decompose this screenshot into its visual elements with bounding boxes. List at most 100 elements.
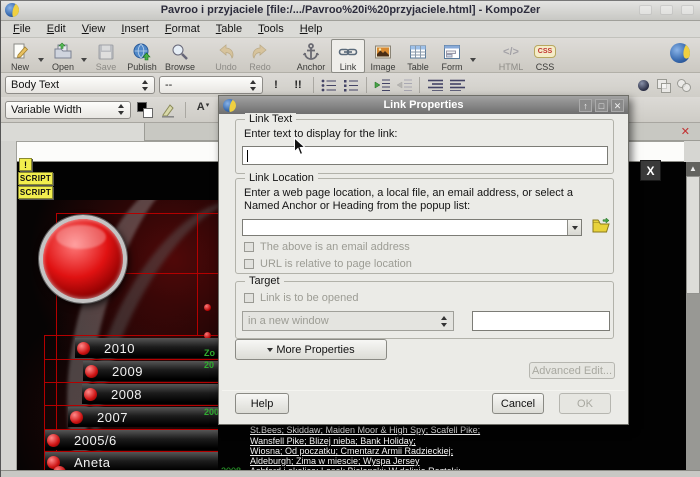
highlight-color-button[interactable] bbox=[159, 101, 177, 119]
warning-marker-badge[interactable]: ! bbox=[19, 158, 32, 171]
footer-links[interactable]: Aldeburgh; Zima w miescie; Wyspa Jersey bbox=[250, 456, 419, 466]
dialog-window-controls: ↑ □ ✕ bbox=[579, 99, 628, 112]
nav-item-aneta[interactable]: Aneta bbox=[45, 452, 218, 471]
select-spinner-icon bbox=[250, 80, 257, 91]
scrollbar-track[interactable] bbox=[686, 294, 700, 470]
emphasis-button[interactable]: ! bbox=[267, 76, 285, 94]
new-dropdown-caret-icon[interactable] bbox=[37, 58, 44, 62]
outdent-button bbox=[395, 76, 413, 94]
dialog-close-button[interactable]: ✕ bbox=[611, 99, 624, 112]
anchor-button[interactable]: Anchor bbox=[291, 39, 331, 73]
footer-links[interactable]: Wansfell Pike; Blizej nieba; Bank Holida… bbox=[250, 436, 416, 446]
maximize-button[interactable] bbox=[660, 5, 673, 15]
choose-file-button[interactable] bbox=[592, 218, 610, 238]
bring-forward-icon[interactable] bbox=[657, 79, 669, 91]
nav-item-2009[interactable]: 2009 bbox=[83, 361, 218, 381]
relative-checkbox-label: URL is relative to page location bbox=[260, 258, 412, 270]
table-border bbox=[44, 359, 218, 360]
smaller-font-glyph: A bbox=[197, 101, 205, 113]
cancel-button[interactable]: Cancel bbox=[492, 393, 544, 414]
image-button[interactable]: Image bbox=[365, 39, 401, 73]
vertical-scrollbar[interactable]: ▲ bbox=[686, 162, 700, 470]
open-dropdown-caret-icon[interactable] bbox=[80, 58, 87, 62]
target-group: Target Link is to be opened in a new win… bbox=[235, 281, 614, 339]
red-bullet-icon bbox=[70, 411, 83, 424]
redo-label: Redo bbox=[244, 62, 276, 72]
layer-sphere-icon[interactable] bbox=[638, 80, 649, 91]
align-left-button[interactable] bbox=[426, 76, 444, 94]
dialog-rollup-button[interactable]: ↑ bbox=[579, 99, 592, 112]
link-button[interactable]: Link bbox=[331, 39, 365, 73]
strong-emphasis-button[interactable]: !! bbox=[289, 76, 307, 94]
select-spinner-icon bbox=[118, 104, 125, 115]
script-marker-badge[interactable]: SCRIPT bbox=[18, 186, 53, 199]
window-controls bbox=[639, 5, 694, 15]
table-button[interactable]: Table bbox=[401, 39, 435, 73]
table-border bbox=[197, 213, 198, 335]
link-location-combobox[interactable] bbox=[242, 219, 582, 236]
background-color-swatch[interactable] bbox=[143, 108, 153, 118]
green-year-fragment: 20 bbox=[204, 360, 214, 370]
footer-links[interactable]: St.Bees; Skiddaw; Maiden Moor & High Spy… bbox=[250, 425, 480, 435]
nav-label: 2008 bbox=[111, 387, 142, 402]
dialog-titlebar[interactable]: Link Properties ↑ □ ✕ bbox=[219, 96, 628, 114]
send-backward-icon[interactable] bbox=[677, 79, 690, 91]
checkbox-icon bbox=[244, 293, 254, 303]
red-bullet-icon bbox=[47, 434, 60, 447]
bulleted-list-button[interactable] bbox=[342, 76, 360, 94]
browse-button[interactable]: Browse bbox=[161, 39, 199, 73]
red-bullet-dot bbox=[204, 304, 211, 311]
publish-button[interactable]: Publish bbox=[123, 39, 161, 73]
panel-close-button[interactable]: X bbox=[640, 160, 661, 181]
menu-format[interactable]: Format bbox=[157, 22, 208, 36]
menu-help[interactable]: Help bbox=[292, 22, 331, 36]
close-button[interactable] bbox=[681, 5, 694, 15]
menu-edit[interactable]: Edit bbox=[39, 22, 74, 36]
email-checkbox-label: The above is an email address bbox=[260, 241, 410, 253]
scrollbar-thumb[interactable] bbox=[686, 176, 700, 294]
more-properties-button[interactable]: More Properties bbox=[235, 339, 387, 360]
new-button[interactable]: New bbox=[3, 39, 37, 73]
help-button[interactable]: Help bbox=[235, 393, 289, 414]
class-select[interactable]: -- bbox=[159, 76, 263, 94]
css-button[interactable]: CSS CSS bbox=[528, 39, 562, 73]
undo-button: Undo bbox=[209, 39, 243, 73]
font-width-select[interactable]: Variable Width bbox=[5, 101, 131, 119]
scroll-up-arrow-icon[interactable]: ▲ bbox=[686, 162, 700, 176]
decrease-font-size-button[interactable]: A▾ bbox=[194, 101, 212, 119]
nav-item-2008[interactable]: 2008 bbox=[82, 384, 218, 404]
nav-label: 2007 bbox=[97, 410, 128, 425]
menu-view[interactable]: View bbox=[74, 22, 114, 36]
indent-button[interactable] bbox=[373, 76, 391, 94]
target-frame-input[interactable] bbox=[472, 311, 610, 331]
document-tab[interactable] bbox=[1, 123, 145, 141]
combobox-dropdown-icon[interactable] bbox=[567, 220, 581, 235]
menu-insert[interactable]: Insert bbox=[113, 22, 157, 36]
dialog-maximize-button[interactable]: □ bbox=[595, 99, 608, 112]
align-right-button[interactable] bbox=[448, 76, 466, 94]
target-window-select: in a new window bbox=[242, 311, 454, 331]
link-label: Link bbox=[332, 62, 364, 72]
open-button[interactable]: Open bbox=[46, 39, 80, 73]
open-icon bbox=[47, 41, 79, 62]
footer-links[interactable]: Wiosna; Od poczatku; Cmentarz Armii Radz… bbox=[250, 446, 453, 456]
nav-item-2007[interactable]: 2007 bbox=[68, 407, 218, 427]
menu-table[interactable]: Table bbox=[208, 22, 250, 36]
form-button[interactable]: Form bbox=[435, 39, 469, 73]
image-label: Image bbox=[366, 62, 400, 72]
form-dropdown-caret-icon[interactable] bbox=[469, 58, 476, 62]
app-titlebar[interactable]: Pavroo i przyjaciele [file:/.../Pavroo%2… bbox=[1, 1, 700, 21]
script-marker-badge[interactable]: SCRIPT bbox=[18, 172, 53, 185]
text-color-picker[interactable] bbox=[137, 102, 153, 118]
tab-close-icon[interactable]: ✕ bbox=[681, 125, 690, 138]
minimize-button[interactable] bbox=[639, 5, 652, 15]
menu-tools[interactable]: Tools bbox=[250, 22, 292, 36]
select-spinner-icon bbox=[142, 80, 149, 91]
nav-item-2010[interactable]: 2010 bbox=[75, 338, 218, 358]
numbered-list-button[interactable] bbox=[320, 76, 338, 94]
menu-file[interactable]: File bbox=[5, 22, 39, 36]
more-properties-label: More Properties bbox=[276, 344, 354, 356]
nav-item-2005-6[interactable]: 2005/6 bbox=[45, 430, 218, 450]
kompozer-window: Pavroo i przyjaciele [file:/.../Pavroo%2… bbox=[0, 0, 700, 477]
paragraph-format-select[interactable]: Body Text bbox=[5, 76, 155, 94]
